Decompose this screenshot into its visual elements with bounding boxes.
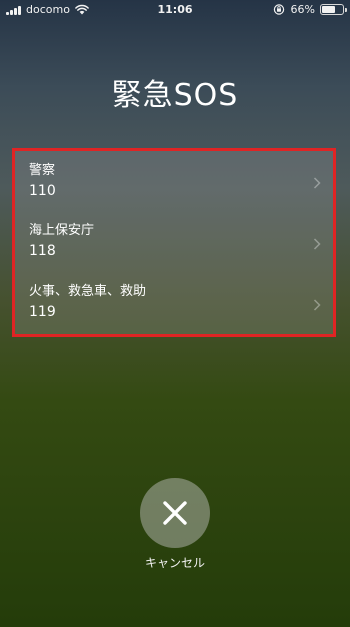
battery-icon xyxy=(320,4,347,15)
battery-percent: 66% xyxy=(290,3,315,16)
contact-number: 119 xyxy=(29,304,56,320)
contact-label: 海上保安庁 xyxy=(29,223,95,238)
emergency-contact-list: 警察 110 海上保安庁 118 火事、救急車、救助 119 xyxy=(12,148,336,337)
page-title: 緊急SOS xyxy=(111,78,239,113)
contact-number: 118 xyxy=(29,243,56,259)
status-right: 66% xyxy=(272,3,347,16)
close-icon xyxy=(163,501,187,525)
chevron-right-icon xyxy=(313,299,321,311)
cancel-label: キャンセル xyxy=(144,556,205,570)
status-bar: docomo 11:06 66% xyxy=(0,0,350,20)
contact-label: 火事、救急車、救助 xyxy=(29,284,147,299)
emergency-contact-police[interactable]: 警察 110 xyxy=(15,151,333,212)
emergency-contact-coast-guard[interactable]: 海上保安庁 118 xyxy=(15,212,333,273)
chevron-right-icon xyxy=(313,177,321,189)
chevron-right-icon xyxy=(313,238,321,250)
contact-label: 警察 xyxy=(29,163,56,178)
emergency-contact-fire-ambulance[interactable]: 火事、救急車、救助 119 xyxy=(15,273,333,334)
battery-tip xyxy=(345,8,347,12)
contact-number: 110 xyxy=(29,183,56,199)
rotation-lock-icon xyxy=(273,4,284,15)
battery-fill xyxy=(322,6,336,13)
cancel-button[interactable] xyxy=(140,478,210,548)
